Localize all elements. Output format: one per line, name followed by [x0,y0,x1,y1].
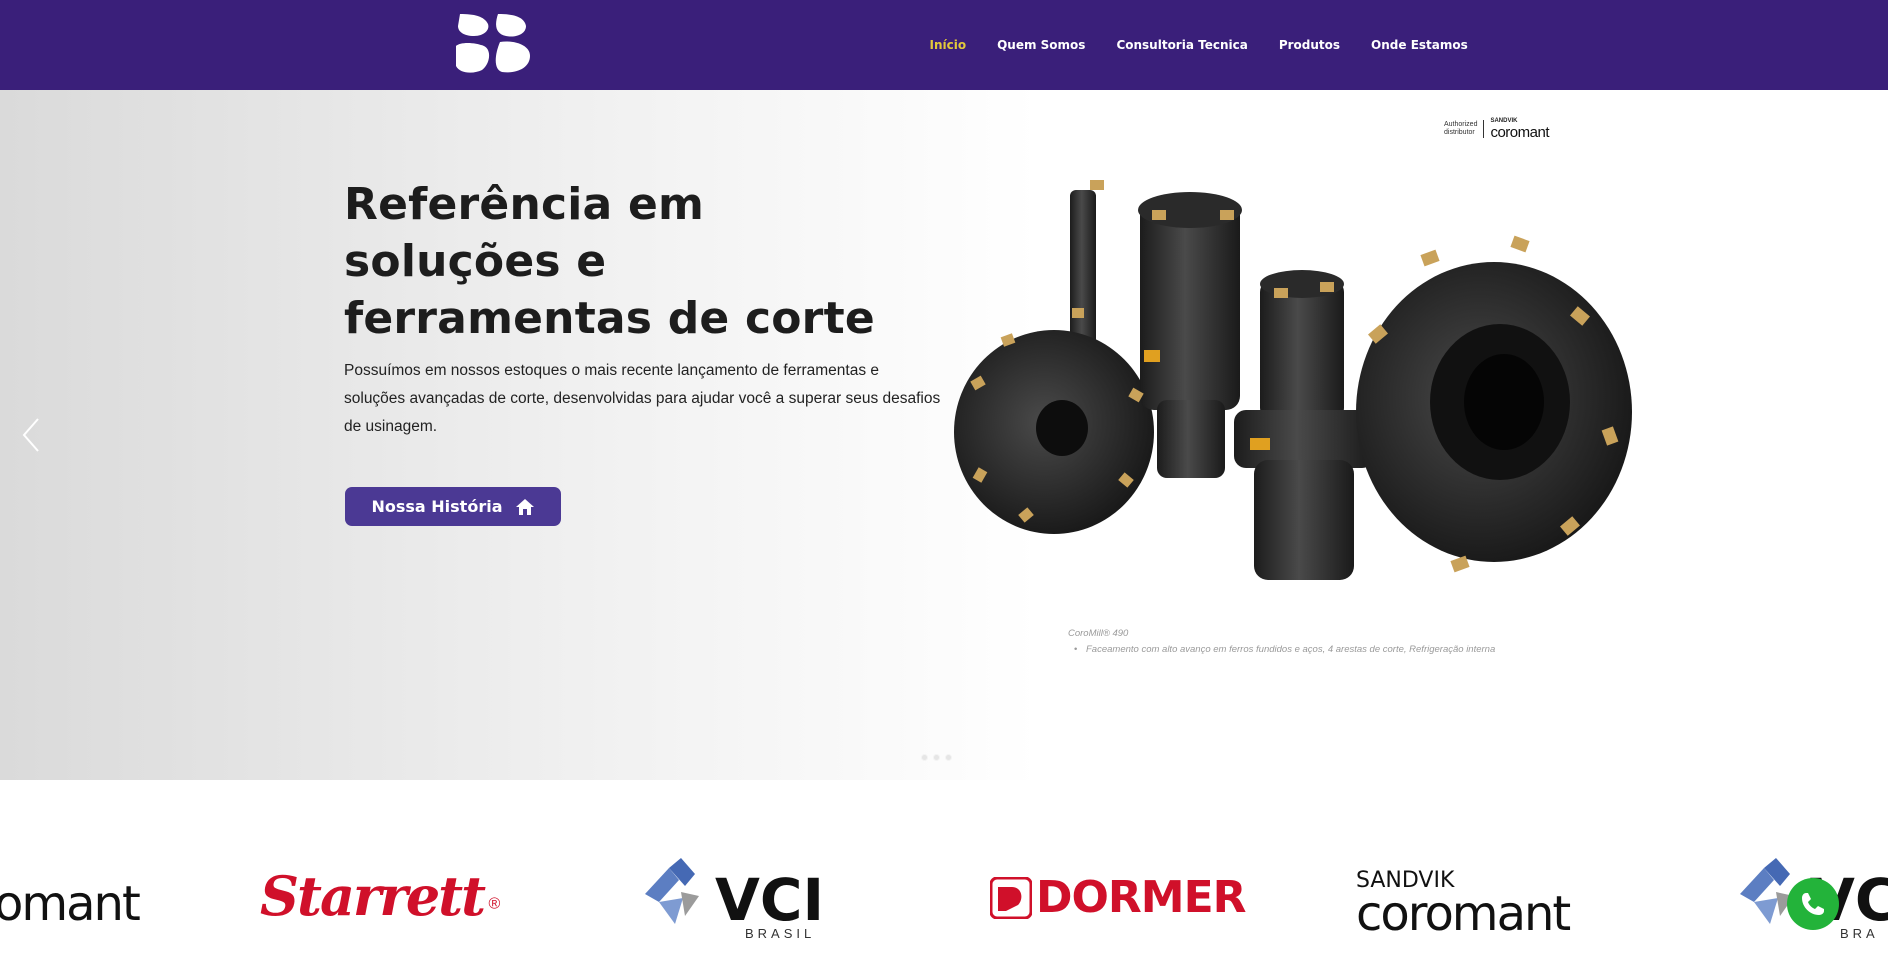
authorized-line2: distributor [1444,129,1475,136]
brand-vci-brasil: VCI BRASIL [645,854,845,946]
nav-produtos[interactable]: Produtos [1279,38,1340,52]
badge-divider [1483,120,1485,138]
home-icon [515,498,534,515]
site-header: Início Quem Somos Consultoria Tecnica Pr… [0,0,1888,90]
main-nav: Início Quem Somos Consultoria Tecnica Pr… [914,0,1483,90]
cta-label: Nossa História [371,497,503,516]
slide-dot-2[interactable] [932,754,940,761]
caption-title: CoroMill® 490 [1068,628,1129,639]
whatsapp-icon [1802,893,1824,915]
brand-starrett: Starrett ® [260,864,501,928]
nav-quem-somos[interactable]: Quem Somos [997,38,1085,52]
hero-description: Possuímos em nossos estoques o mais rece… [344,362,941,435]
badge-brand-large: coromant [1490,124,1549,141]
nav-onde-estamos[interactable]: Onde Estamos [1371,38,1468,52]
authorized-line1: Authorized [1444,121,1478,128]
coromill-product-image [954,180,1632,580]
brand-logo-carousel: omant Starrett ® VCI BRASIL DORMER SANDV… [0,780,1888,971]
whatsapp-button[interactable] [1787,878,1839,930]
product-caption: CoroMill® 490 Faceamento com alto avanço… [1068,628,1495,655]
brand-coromant-partial: omant [0,876,141,932]
vci-logo-mark [645,858,699,924]
company-logo[interactable] [454,12,532,74]
authorized-distributor-badge: Authorized distributor SANDVIK coromant [1444,118,1549,140]
caption-item: Faceamento com alto avanço em ferros fun… [1068,644,1495,655]
chevron-left-icon[interactable] [18,415,44,455]
dormer-logo-mark [990,876,1032,919]
brand-dormer: DORMER [990,872,1247,923]
nav-inicio[interactable]: Início [930,38,967,52]
slide-dot-1[interactable] [920,754,928,761]
brand-sandvik-coromant: SANDVIK coromant [1356,868,1571,942]
nav-consultoria-tecnica[interactable]: Consultoria Tecnica [1116,38,1247,52]
slider-dots [918,754,954,761]
slide-dot-3[interactable] [944,754,952,761]
nossa-historia-button[interactable]: Nossa História [345,487,561,526]
hero-title: Referência em soluções e ferramentas de … [344,179,875,344]
hero-slider: Referência em soluções e ferramentas de … [0,90,1888,780]
